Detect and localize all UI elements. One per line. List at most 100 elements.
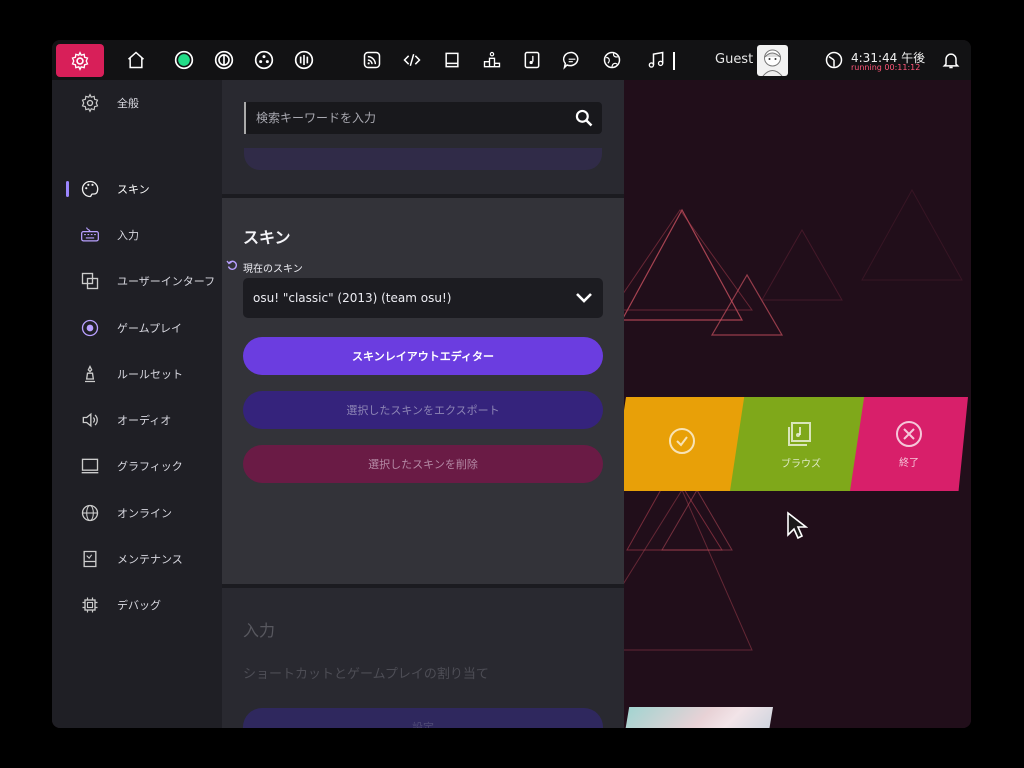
speaker-icon	[82, 412, 98, 428]
home-icon	[128, 51, 144, 69]
rss-icon	[363, 51, 381, 69]
news-button[interactable]	[354, 40, 390, 80]
avatar[interactable]	[757, 45, 788, 76]
home-button[interactable]	[118, 40, 154, 80]
skin-layout-editor-button[interactable]: スキンレイアウトエディター	[243, 337, 603, 375]
sidebar-item-label: デバッグ	[117, 599, 161, 612]
avatar-icon	[762, 49, 783, 76]
sidebar-item-gameplay[interactable]: ゲームプレイ	[80, 316, 182, 340]
chat-button[interactable]	[554, 40, 590, 80]
sidebar-item-input[interactable]: 入力	[80, 223, 139, 247]
palette-icon	[81, 180, 99, 198]
section-title: 入力	[243, 621, 276, 640]
book-icon	[445, 52, 459, 68]
sidebar-item-label: メンテナンス	[117, 553, 183, 566]
gear-icon	[71, 50, 89, 71]
exit-button[interactable]: 終了	[850, 397, 968, 491]
search-input[interactable]	[244, 102, 564, 134]
monitor-icon	[81, 458, 99, 474]
search-box	[244, 102, 602, 134]
revert-icon[interactable]	[226, 259, 238, 271]
music-file-icon	[524, 51, 540, 69]
scrolled-button-remnant	[244, 148, 602, 170]
gear-icon	[81, 93, 99, 113]
top-toolbar: Guest 4:31:44 午後 running 00:11:12	[52, 40, 971, 80]
clock-running-time: running 00:11:12	[851, 63, 921, 72]
browse-button[interactable]: ブラウズ	[730, 397, 872, 491]
sidebar-item-skin[interactable]: スキン	[80, 177, 150, 201]
ruleset-catch-button[interactable]	[246, 40, 282, 80]
beatmap-listing-button[interactable]	[514, 40, 550, 80]
settings-panel: スキン 現在のスキン osu! "classic" (2013) (team o…	[222, 80, 624, 728]
sidebar-item-rulesets[interactable]: ルールセット	[80, 362, 183, 386]
configure-bindings-button[interactable]: 設定	[243, 708, 603, 728]
sidebar-item-label: スキン	[117, 183, 150, 196]
clock-icon[interactable]	[824, 50, 844, 70]
volume-indicator	[673, 52, 675, 70]
sidebar-item-label: 全般	[117, 97, 139, 110]
osu-ruleset-icon	[174, 50, 194, 70]
gamepad-icon	[81, 319, 99, 337]
search-icon[interactable]	[574, 108, 594, 128]
check-circle-icon	[669, 428, 695, 454]
sidebar-item-label: グラフィック	[117, 460, 183, 473]
ruleset-taiko-button[interactable]	[206, 40, 242, 80]
music-note-icon	[648, 51, 664, 68]
podium-icon	[483, 51, 501, 68]
settings-button[interactable]	[56, 44, 104, 77]
sidebar-item-label: ゲームプレイ	[117, 322, 183, 335]
globe-icon	[81, 504, 99, 522]
sidebar-item-graphics[interactable]: グラフィック	[80, 454, 183, 478]
beatmap-browse-icon	[788, 421, 811, 446]
globe-icon	[603, 51, 621, 69]
section-divider	[222, 584, 624, 588]
section-title: スキン	[243, 228, 291, 247]
dashboard-button[interactable]	[594, 40, 630, 80]
chevron-down-icon	[576, 293, 592, 303]
sidebar-item-label: 入力	[117, 229, 139, 242]
hdd-icon	[83, 550, 97, 568]
mania-ruleset-icon	[294, 50, 314, 70]
sidebar-item-online[interactable]: オンライン	[80, 501, 172, 525]
game-window: ブラウズ 終了 28ms 13fps	[52, 40, 971, 728]
sidebar-item-audio[interactable]: オーディオ	[80, 408, 171, 432]
export-skin-button[interactable]: 選択したスキンをエクスポート	[243, 391, 603, 429]
now-playing-button[interactable]	[638, 40, 674, 80]
chess-icon	[85, 365, 95, 383]
sidebar-item-debug[interactable]: デバッグ	[80, 593, 161, 617]
play-button[interactable]	[612, 397, 752, 491]
active-indicator	[66, 181, 69, 197]
skin-dropdown-value: osu! "classic" (2013) (team osu!)	[253, 291, 452, 305]
user-name[interactable]: Guest	[715, 52, 753, 67]
cursor-icon	[787, 511, 808, 540]
code-icon	[403, 53, 421, 67]
chip-icon	[82, 597, 98, 613]
wiki-button[interactable]	[434, 40, 470, 80]
rankings-button[interactable]	[474, 40, 510, 80]
skin-dropdown[interactable]: osu! "classic" (2013) (team osu!)	[243, 278, 603, 318]
skin-section: スキン 現在のスキン osu! "classic" (2013) (team o…	[222, 198, 624, 584]
browse-label: ブラウズ	[781, 458, 821, 470]
layers-icon	[81, 272, 99, 290]
now-playing-thumbnail[interactable]	[620, 707, 773, 728]
sidebar-item-label: ユーザーインターフ	[117, 275, 216, 288]
delete-skin-button[interactable]: 選択したスキンを削除	[243, 445, 603, 483]
main-menu-buttons: ブラウズ 終了	[612, 397, 971, 491]
sidebar-item-label: オンライン	[117, 507, 172, 520]
section-subtitle: ショートカットとゲームプレイの割り当て	[243, 667, 489, 682]
chat-icon	[562, 51, 579, 70]
sidebar-item-label: オーディオ	[117, 414, 172, 427]
sidebar-item-label: ルールセット	[117, 368, 183, 381]
taiko-ruleset-icon	[214, 50, 234, 70]
keyboard-icon	[81, 227, 99, 242]
settings-sidebar: 全般 スキン 入力 ユーザーインターフ ゲームプレイ ルールセット オーディオ	[52, 80, 222, 728]
catch-ruleset-icon	[254, 50, 274, 70]
sidebar-item-general[interactable]: 全般	[80, 91, 139, 115]
ruleset-osu-button[interactable]	[166, 40, 202, 80]
close-circle-icon	[896, 420, 922, 447]
changelog-button[interactable]	[394, 40, 430, 80]
bell-icon[interactable]	[941, 50, 961, 70]
sidebar-item-maintenance[interactable]: メンテナンス	[80, 547, 183, 571]
ruleset-mania-button[interactable]	[286, 40, 322, 80]
sidebar-item-user-interface[interactable]: ユーザーインターフ	[80, 269, 215, 293]
